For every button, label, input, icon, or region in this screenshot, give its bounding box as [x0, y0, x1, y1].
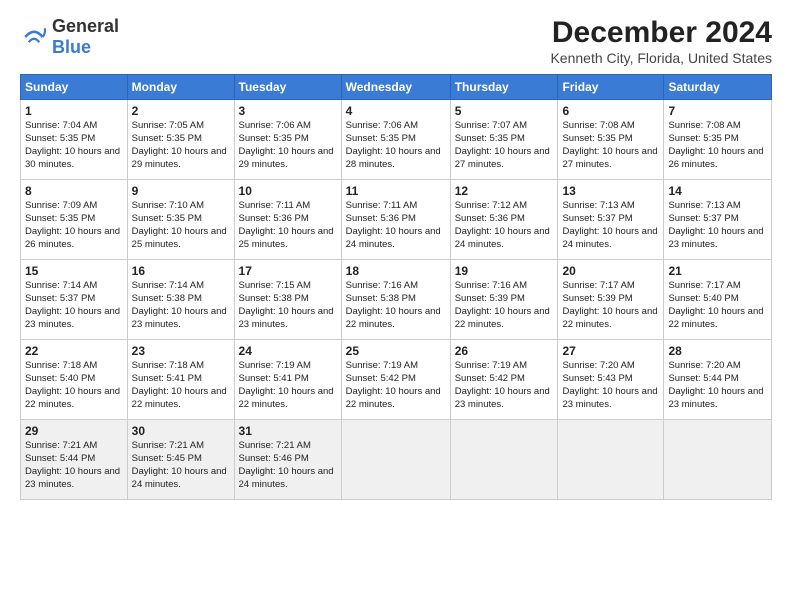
logo-blue: Blue	[52, 37, 91, 57]
day-number: 25	[346, 343, 446, 359]
calendar-cell	[558, 420, 664, 500]
calendar-cell: 22Sunrise: 7:18 AMSunset: 5:40 PMDayligh…	[21, 340, 128, 420]
header: General Blue December 2024 Kenneth City,…	[20, 16, 772, 66]
calendar-cell: 4Sunrise: 7:06 AMSunset: 5:35 PMDaylight…	[341, 100, 450, 180]
calendar-subtitle: Kenneth City, Florida, United States	[550, 50, 772, 66]
calendar-cell: 13Sunrise: 7:13 AMSunset: 5:37 PMDayligh…	[558, 180, 664, 260]
col-tuesday: Tuesday	[234, 75, 341, 100]
day-number: 7	[668, 103, 767, 119]
day-number: 11	[346, 183, 446, 199]
calendar-cell: 24Sunrise: 7:19 AMSunset: 5:41 PMDayligh…	[234, 340, 341, 420]
calendar-cell: 26Sunrise: 7:19 AMSunset: 5:42 PMDayligh…	[450, 340, 558, 420]
week-row-4: 22Sunrise: 7:18 AMSunset: 5:40 PMDayligh…	[21, 340, 772, 420]
calendar-cell: 21Sunrise: 7:17 AMSunset: 5:40 PMDayligh…	[664, 260, 772, 340]
day-number: 30	[132, 423, 230, 439]
calendar-cell: 17Sunrise: 7:15 AMSunset: 5:38 PMDayligh…	[234, 260, 341, 340]
calendar-cell: 3Sunrise: 7:06 AMSunset: 5:35 PMDaylight…	[234, 100, 341, 180]
col-thursday: Thursday	[450, 75, 558, 100]
calendar-body: 1Sunrise: 7:04 AMSunset: 5:35 PMDaylight…	[21, 100, 772, 500]
day-number: 13	[562, 183, 659, 199]
day-number: 22	[25, 343, 123, 359]
calendar-cell: 15Sunrise: 7:14 AMSunset: 5:37 PMDayligh…	[21, 260, 128, 340]
day-number: 18	[346, 263, 446, 279]
col-friday: Friday	[558, 75, 664, 100]
day-number: 9	[132, 183, 230, 199]
day-number: 12	[455, 183, 554, 199]
day-number: 17	[239, 263, 337, 279]
week-row-1: 1Sunrise: 7:04 AMSunset: 5:35 PMDaylight…	[21, 100, 772, 180]
day-number: 26	[455, 343, 554, 359]
col-wednesday: Wednesday	[341, 75, 450, 100]
calendar-cell: 14Sunrise: 7:13 AMSunset: 5:37 PMDayligh…	[664, 180, 772, 260]
day-number: 10	[239, 183, 337, 199]
calendar-cell: 5Sunrise: 7:07 AMSunset: 5:35 PMDaylight…	[450, 100, 558, 180]
week-row-2: 8Sunrise: 7:09 AMSunset: 5:35 PMDaylight…	[21, 180, 772, 260]
calendar-title: December 2024	[550, 16, 772, 50]
day-number: 16	[132, 263, 230, 279]
week-row-3: 15Sunrise: 7:14 AMSunset: 5:37 PMDayligh…	[21, 260, 772, 340]
col-saturday: Saturday	[664, 75, 772, 100]
calendar-cell	[664, 420, 772, 500]
calendar-cell: 10Sunrise: 7:11 AMSunset: 5:36 PMDayligh…	[234, 180, 341, 260]
calendar-cell: 20Sunrise: 7:17 AMSunset: 5:39 PMDayligh…	[558, 260, 664, 340]
calendar-cell: 8Sunrise: 7:09 AMSunset: 5:35 PMDaylight…	[21, 180, 128, 260]
day-number: 4	[346, 103, 446, 119]
calendar-cell	[450, 420, 558, 500]
calendar-cell: 12Sunrise: 7:12 AMSunset: 5:36 PMDayligh…	[450, 180, 558, 260]
logo-text: General Blue	[52, 16, 119, 58]
day-number: 3	[239, 103, 337, 119]
col-monday: Monday	[127, 75, 234, 100]
day-number: 28	[668, 343, 767, 359]
calendar-cell: 1Sunrise: 7:04 AMSunset: 5:35 PMDaylight…	[21, 100, 128, 180]
day-number: 27	[562, 343, 659, 359]
calendar-cell: 31Sunrise: 7:21 AMSunset: 5:46 PMDayligh…	[234, 420, 341, 500]
calendar-cell	[341, 420, 450, 500]
calendar-cell: 19Sunrise: 7:16 AMSunset: 5:39 PMDayligh…	[450, 260, 558, 340]
calendar-cell: 30Sunrise: 7:21 AMSunset: 5:45 PMDayligh…	[127, 420, 234, 500]
day-number: 19	[455, 263, 554, 279]
calendar-cell: 16Sunrise: 7:14 AMSunset: 5:38 PMDayligh…	[127, 260, 234, 340]
calendar-cell: 18Sunrise: 7:16 AMSunset: 5:38 PMDayligh…	[341, 260, 450, 340]
page: General Blue December 2024 Kenneth City,…	[0, 0, 792, 510]
day-number: 5	[455, 103, 554, 119]
calendar-header: Sunday Monday Tuesday Wednesday Thursday…	[21, 75, 772, 100]
day-number: 24	[239, 343, 337, 359]
col-sunday: Sunday	[21, 75, 128, 100]
day-number: 14	[668, 183, 767, 199]
day-number: 8	[25, 183, 123, 199]
day-number: 23	[132, 343, 230, 359]
calendar-cell: 7Sunrise: 7:08 AMSunset: 5:35 PMDaylight…	[664, 100, 772, 180]
calendar-cell: 23Sunrise: 7:18 AMSunset: 5:41 PMDayligh…	[127, 340, 234, 420]
header-row: Sunday Monday Tuesday Wednesday Thursday…	[21, 75, 772, 100]
title-block: December 2024 Kenneth City, Florida, Uni…	[550, 16, 772, 66]
day-number: 29	[25, 423, 123, 439]
logo-icon	[20, 23, 48, 51]
day-number: 21	[668, 263, 767, 279]
day-number: 31	[239, 423, 337, 439]
logo-general: General	[52, 16, 119, 36]
calendar-cell: 2Sunrise: 7:05 AMSunset: 5:35 PMDaylight…	[127, 100, 234, 180]
day-number: 20	[562, 263, 659, 279]
calendar-cell: 28Sunrise: 7:20 AMSunset: 5:44 PMDayligh…	[664, 340, 772, 420]
calendar-cell: 11Sunrise: 7:11 AMSunset: 5:36 PMDayligh…	[341, 180, 450, 260]
week-row-5: 29Sunrise: 7:21 AMSunset: 5:44 PMDayligh…	[21, 420, 772, 500]
calendar-cell: 9Sunrise: 7:10 AMSunset: 5:35 PMDaylight…	[127, 180, 234, 260]
calendar-cell: 27Sunrise: 7:20 AMSunset: 5:43 PMDayligh…	[558, 340, 664, 420]
calendar-cell: 6Sunrise: 7:08 AMSunset: 5:35 PMDaylight…	[558, 100, 664, 180]
day-number: 6	[562, 103, 659, 119]
logo: General Blue	[20, 16, 119, 58]
day-number: 1	[25, 103, 123, 119]
calendar-table: Sunday Monday Tuesday Wednesday Thursday…	[20, 74, 772, 500]
calendar-cell: 25Sunrise: 7:19 AMSunset: 5:42 PMDayligh…	[341, 340, 450, 420]
day-number: 15	[25, 263, 123, 279]
calendar-cell: 29Sunrise: 7:21 AMSunset: 5:44 PMDayligh…	[21, 420, 128, 500]
day-number: 2	[132, 103, 230, 119]
